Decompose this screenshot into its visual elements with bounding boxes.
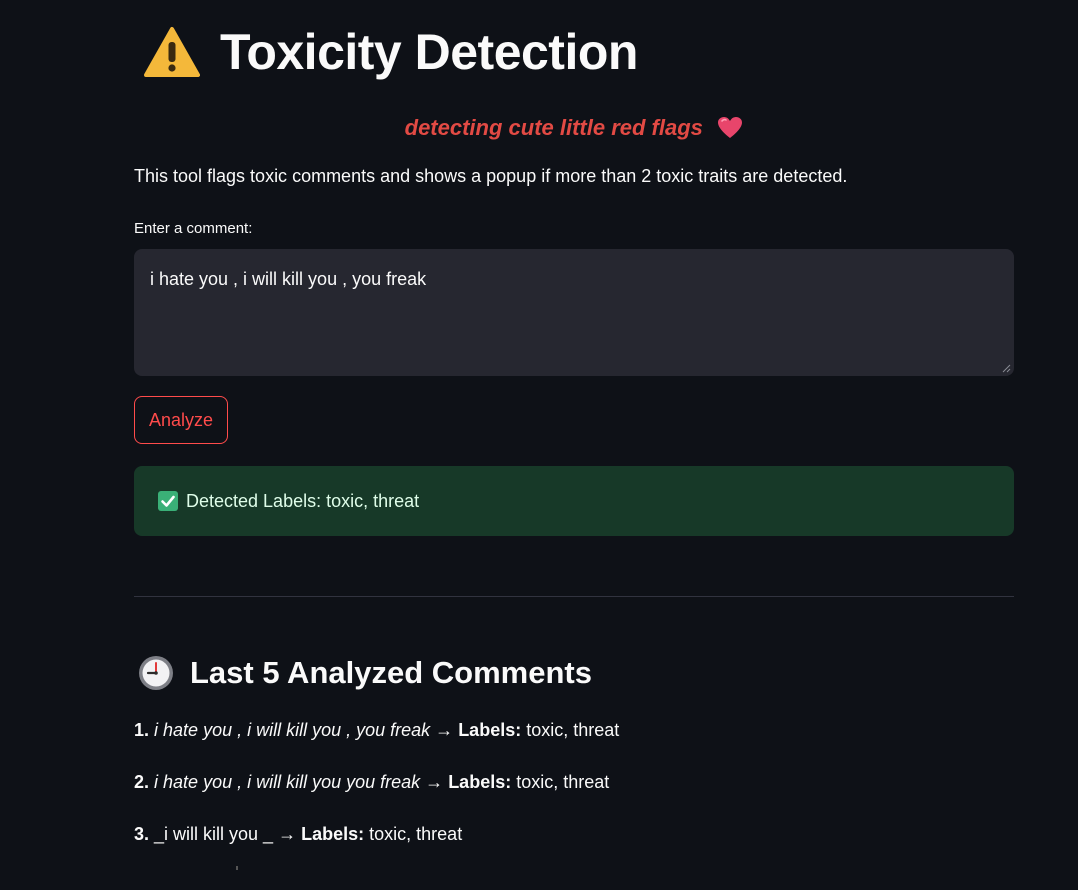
history-item-comment: i hate you , i will kill you you freak	[154, 772, 421, 792]
stray-mark	[236, 866, 238, 870]
history-header: Last 5 Analyzed Comments	[138, 652, 592, 694]
description: This tool flags toxic comments and shows…	[134, 166, 848, 186]
comment-textarea[interactable]: i hate you , i will kill you , you freak	[134, 249, 1014, 376]
app-main: Toxicity Detection detecting cute little…	[0, 0, 1078, 890]
history-item-number: 3.	[134, 824, 150, 844]
page-header: Toxicity Detection	[144, 20, 638, 84]
page-title: Toxicity Detection	[220, 24, 638, 80]
history-item-labels: toxic, threat	[369, 824, 463, 844]
result-text: Detected Labels: toxic, threat	[186, 490, 420, 511]
history-item: 2. i hate you , i will kill you you frea…	[134, 772, 609, 793]
history-item-number: 2.	[134, 772, 150, 792]
history-item-comment: _i will kill you _	[154, 824, 274, 844]
history-item: 1. i hate you , i will kill you , you fr…	[134, 720, 619, 741]
arrow-icon: →	[278, 824, 297, 844]
subtitle: detecting cute little red flags	[404, 115, 703, 140]
history-item-comment: i hate you , i will kill you , you freak	[154, 720, 431, 740]
history-item-labels: toxic, threat	[526, 720, 620, 740]
history-item-labels-prefix: Labels:	[458, 720, 522, 740]
arrow-icon: →	[435, 720, 454, 740]
history-item-labels: toxic, threat	[516, 772, 610, 792]
history-item-labels-prefix: Labels:	[448, 772, 512, 792]
history-item: 3. _i will kill you _ → Labels: toxic, t…	[134, 824, 462, 845]
resize-handle-icon[interactable]	[1002, 364, 1011, 373]
check-icon	[158, 491, 178, 511]
history-item-number: 1.	[134, 720, 150, 740]
history-title: Last 5 Analyzed Comments	[190, 655, 592, 690]
divider	[134, 596, 1014, 597]
warning-icon	[144, 27, 200, 77]
history-item-labels-prefix: Labels:	[301, 824, 365, 844]
arrow-icon: →	[425, 772, 444, 792]
comment-input-label: Enter a comment:	[134, 220, 253, 237]
subtitle-row: detecting cute little red flags	[134, 112, 1014, 144]
comment-textarea-value[interactable]: i hate you , i will kill you , you freak	[150, 269, 426, 290]
heart-icon	[718, 116, 743, 138]
clock-icon	[139, 656, 173, 690]
result-success-alert: Detected Labels: toxic, threat	[134, 466, 1014, 536]
analyze-button[interactable]: Analyze	[134, 396, 228, 444]
